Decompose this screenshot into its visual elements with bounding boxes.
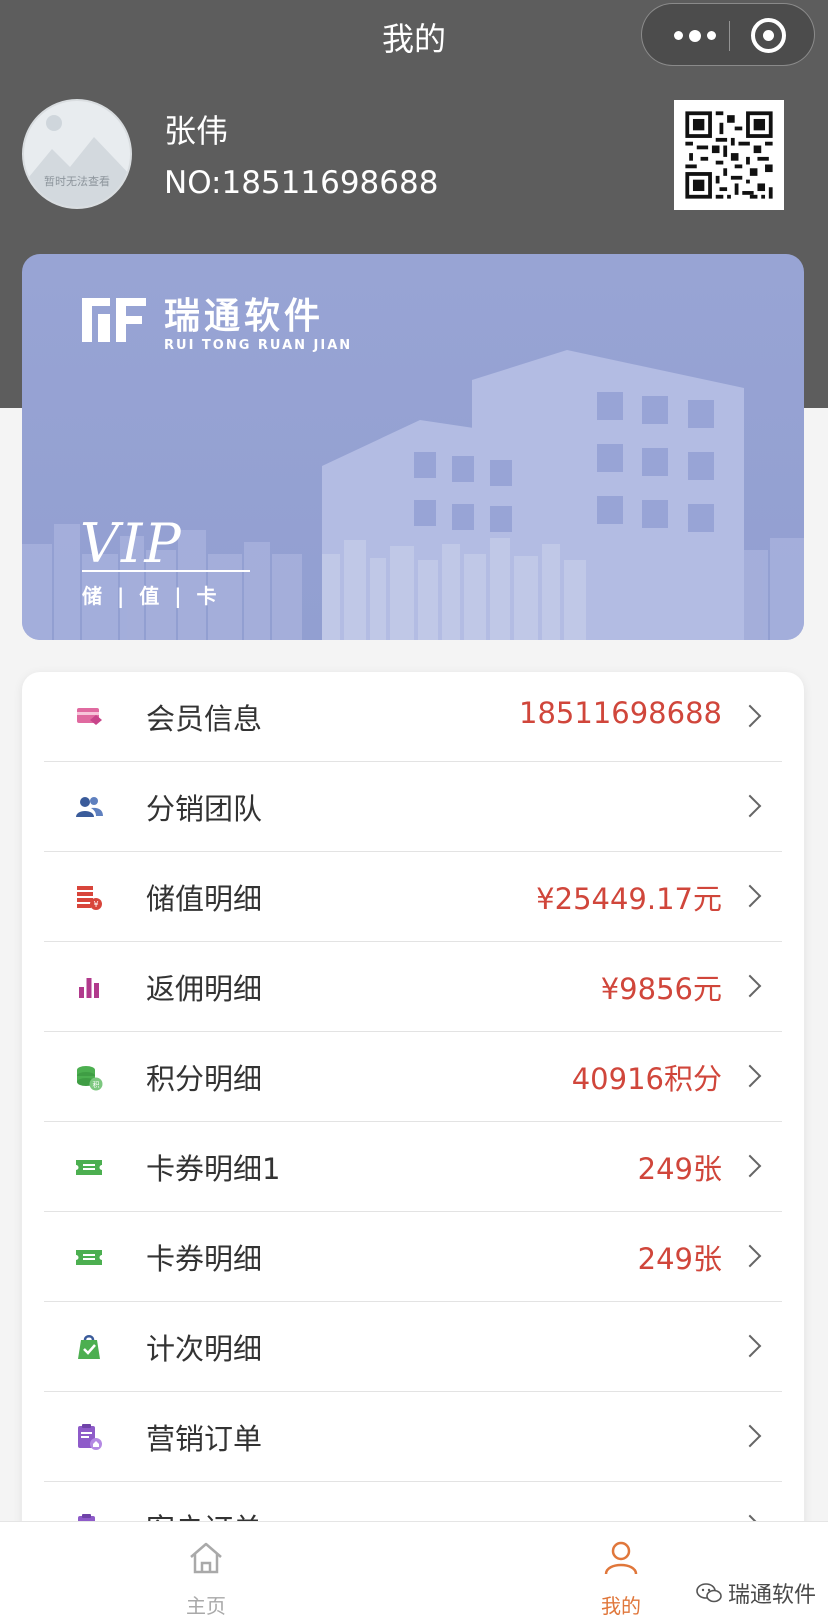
member-number: NO:18511698688 [164,165,439,201]
menu-item-coupons[interactable]: 卡券明细 249张 [44,1212,782,1302]
chevron-right-icon [738,884,762,908]
watermark-text: 瑞通软件 [728,1583,817,1608]
menu-item-label: 积分明细 [146,1062,263,1096]
svg-text:¥: ¥ [93,900,98,909]
menu-item-count[interactable]: 计次明细 [44,1302,782,1392]
menu-item-value: ¥25449.17元 [536,882,722,916]
image-placeholder-mountain-icon [24,137,130,207]
menu-item-value: ¥9856元 [600,972,722,1006]
marketing-order-icon [78,1424,102,1450]
menu-item-value: 249张 [637,1242,722,1276]
tab-home[interactable]: 主页 [146,1538,266,1618]
chevron-right-icon [738,1244,762,1268]
menu-item-label: 返佣明细 [146,972,263,1006]
menu-item-label: 营销订单 [146,1422,263,1456]
avatar[interactable]: 暂时无法查看 [22,99,132,209]
tab-home-label: 主页 [186,1594,226,1618]
menu-item-value: 249张 [637,1152,722,1186]
menu-item-label: 会员信息 [146,702,263,736]
svg-text:积: 积 [93,1080,100,1089]
brand-mark-icon [82,298,146,342]
chevron-right-icon [738,794,762,818]
card-type-label: 储 | 值 | 卡 [82,584,221,608]
brand-name-cn: 瑞通软件 [164,296,325,337]
coupon-icon [76,1250,102,1265]
menu-item-marketing-orders[interactable]: 营销订单 [44,1392,782,1482]
menu-item-points[interactable]: 积 积分明细 40916积分 [44,1032,782,1122]
user-name: 张伟 [164,112,229,150]
brand-name-en: RUI TONG RUAN JIAN [164,338,353,353]
menu-item-distribution-team[interactable]: 分销团队 [44,762,782,852]
watermark: 瑞通软件 [696,1577,816,1609]
chevron-right-icon [738,1334,762,1358]
menu-item-coupons-1[interactable]: 卡券明细1 249张 [44,1122,782,1212]
wechat-icon [696,1583,722,1603]
chevron-right-icon [738,1064,762,1088]
mini-program-capsule [641,3,815,66]
navigation-bar: 我的 [0,0,828,72]
menu-item-label: 储值明细 [146,882,263,916]
capsule-divider [729,21,730,51]
chevron-right-icon [738,1154,762,1178]
menu-item-label: 卡券明细1 [146,1152,281,1186]
qr-code-icon[interactable] [674,100,784,210]
points-coin-icon: 积 [77,1066,103,1091]
close-icon[interactable] [751,18,786,53]
menu-list: 会员信息 18511698688 分销团队 ¥ 储值明细 ¥25449.17元 … [22,672,804,1618]
menu-item-label: 计次明细 [146,1332,263,1366]
menu-item-member-info[interactable]: 会员信息 18511698688 [44,672,782,762]
menu-item-commission[interactable]: 返佣明细 ¥9856元 [44,942,782,1032]
chevron-right-icon [738,974,762,998]
menu-item-value: 40916积分 [571,1062,722,1096]
chevron-right-icon [738,704,762,728]
vip-label: VIP [80,512,183,575]
more-icon[interactable] [662,4,728,67]
vip-card[interactable]: 瑞通软件 RUI TONG RUAN JIAN VIP 储 | 值 | 卡 [22,254,804,640]
coupon-icon [76,1160,102,1175]
home-icon [190,1542,222,1574]
user-icon [604,1541,638,1575]
menu-item-value: 18511698688 [519,696,722,730]
commission-chart-icon [79,978,99,998]
tab-me-label: 我的 [601,1594,641,1618]
avatar-placeholder-note: 暂时无法查看 [44,175,110,188]
vip-divider [82,570,250,572]
tab-me[interactable]: 我的 [561,1538,681,1618]
menu-item-stored-value[interactable]: ¥ 储值明细 ¥25449.17元 [44,852,782,942]
chevron-right-icon [738,1424,762,1448]
team-icon [76,797,103,817]
menu-item-label: 分销团队 [146,792,263,826]
brand-logo: 瑞通软件 RUI TONG RUAN JIAN [82,298,352,353]
stored-value-icon: ¥ [77,886,102,910]
menu-item-label: 卡券明细 [146,1242,263,1276]
member-card-icon [77,708,102,725]
count-bag-icon [78,1335,100,1359]
